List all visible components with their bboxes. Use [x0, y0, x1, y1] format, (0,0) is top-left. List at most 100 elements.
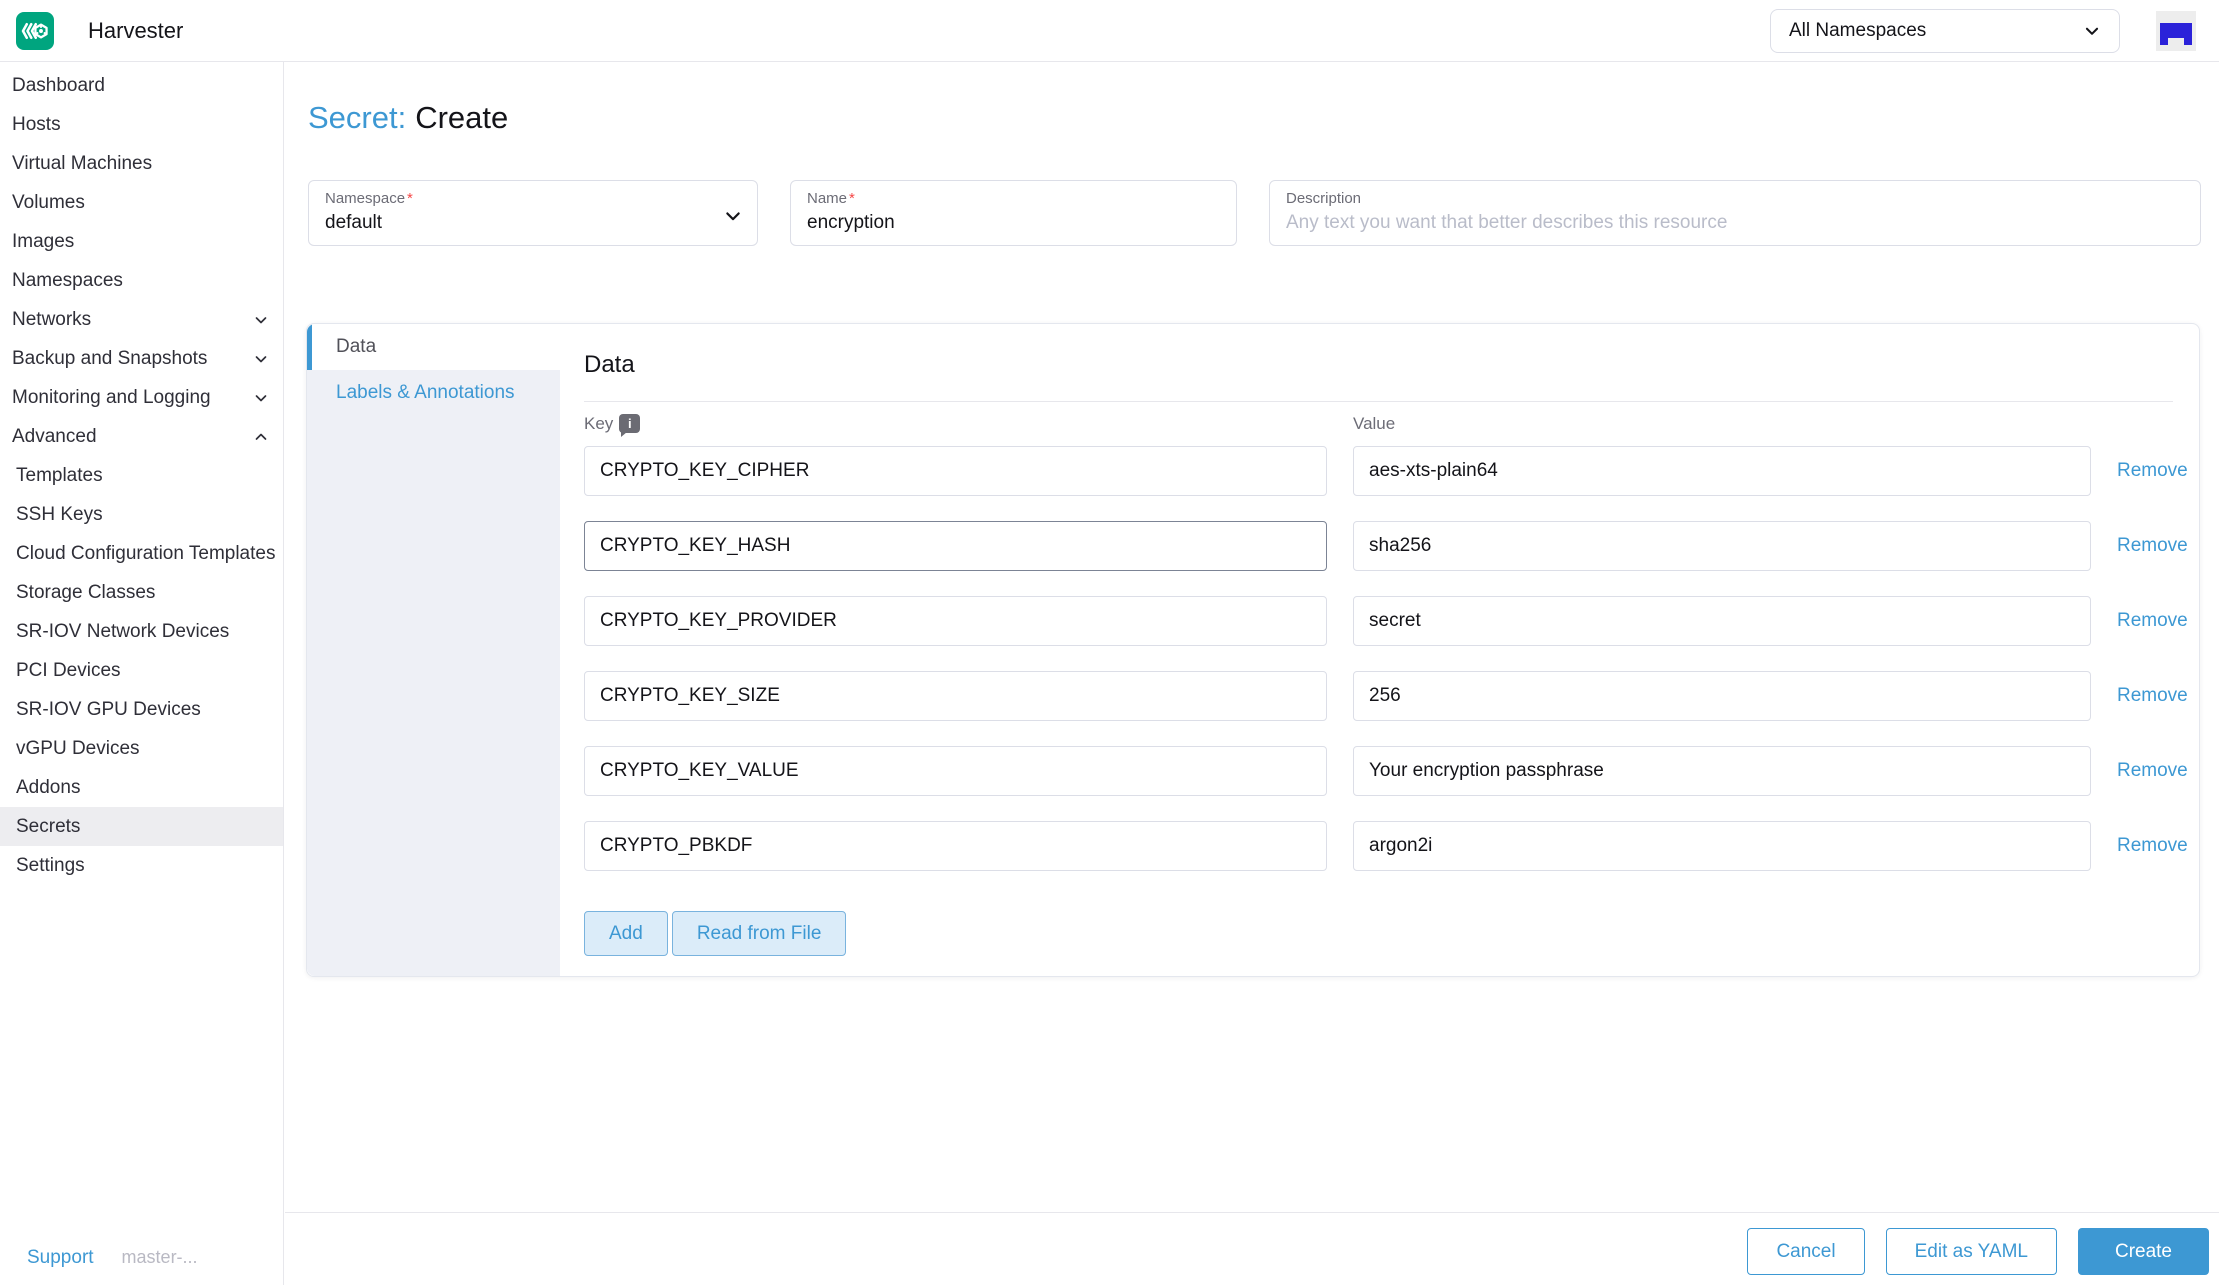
- sidebar-item-backup-and-snapshots[interactable]: Backup and Snapshots: [0, 339, 283, 378]
- sidebar-footer: Support master-...: [27, 1247, 198, 1269]
- remove-row-button[interactable]: Remove: [2117, 760, 2188, 782]
- sidebar-item-label: Settings: [16, 855, 85, 877]
- sidebar-item-label: Monitoring and Logging: [12, 387, 211, 409]
- remove-row-button[interactable]: Remove: [2117, 460, 2188, 482]
- harvester-wheel-icon: [20, 16, 50, 46]
- value-input[interactable]: [1353, 671, 2091, 721]
- sidebar-item-volumes[interactable]: Volumes: [0, 183, 283, 222]
- app-title: Harvester: [88, 18, 183, 44]
- data-section-heading: Data: [584, 351, 635, 379]
- name-input[interactable]: [807, 212, 1220, 234]
- remove-row-button[interactable]: Remove: [2117, 835, 2188, 857]
- sidebar-item-label: Cloud Configuration Templates: [16, 543, 275, 565]
- page-title-action: Create: [415, 100, 508, 135]
- sidebar-item-label: vGPU Devices: [16, 738, 140, 760]
- sidebar-item-monitoring-and-logging[interactable]: Monitoring and Logging: [0, 378, 283, 417]
- sidebar-item-label: Storage Classes: [16, 582, 155, 604]
- name-field: Name*: [790, 180, 1237, 246]
- key-input[interactable]: [584, 821, 1327, 871]
- sidebar-item-label: Networks: [12, 309, 91, 331]
- value-input[interactable]: [1353, 596, 2091, 646]
- sidebar-item-label: PCI Devices: [16, 660, 121, 682]
- key-input[interactable]: [584, 671, 1327, 721]
- namespace-filter-select[interactable]: All Namespaces: [1770, 9, 2120, 53]
- sidebar-item-label: Images: [12, 231, 74, 253]
- sidebar-item-label: Dashboard: [12, 75, 105, 97]
- sidebar-item-hosts[interactable]: Hosts: [0, 105, 283, 144]
- key-input[interactable]: [584, 521, 1327, 571]
- sidebar-item-networks[interactable]: Networks: [0, 300, 283, 339]
- sidebar-item-label: Virtual Machines: [12, 153, 152, 175]
- sidebar-item-settings[interactable]: Settings: [0, 846, 283, 885]
- support-link[interactable]: Support: [27, 1247, 94, 1269]
- sidebar-item-addons[interactable]: Addons: [0, 768, 283, 807]
- key-column-header: Key i: [584, 414, 1327, 434]
- name-label: Name*: [807, 190, 1220, 207]
- namespace-filter-value: All Namespaces: [1789, 20, 1926, 42]
- sidebar-item-cloud-configuration-templates[interactable]: Cloud Configuration Templates: [0, 534, 283, 573]
- user-avatar[interactable]: [2156, 11, 2196, 51]
- header-right: All Namespaces: [1770, 9, 2203, 53]
- description-input[interactable]: [1286, 212, 2184, 234]
- chevron-down-icon: [253, 312, 269, 328]
- tab-data[interactable]: Data: [307, 324, 560, 370]
- value-input[interactable]: [1353, 821, 2091, 871]
- kv-rows: Remove Remove Remove: [584, 446, 2173, 896]
- harvester-logo-icon[interactable]: [16, 12, 54, 50]
- kv-row: Remove: [584, 596, 2173, 646]
- sidebar-item-sriov-gpu-devices[interactable]: SR-IOV GPU Devices: [0, 690, 283, 729]
- add-row-actions: Add Read from File: [584, 911, 846, 956]
- sidebar-item-label: Templates: [16, 465, 103, 487]
- remove-row-button[interactable]: Remove: [2117, 610, 2188, 632]
- info-tooltip-icon[interactable]: i: [619, 414, 640, 433]
- sidebar-item-virtual-machines[interactable]: Virtual Machines: [0, 144, 283, 183]
- value-input[interactable]: [1353, 446, 2091, 496]
- remove-row-button[interactable]: Remove: [2117, 535, 2188, 557]
- sidebar-item-sriov-network-devices[interactable]: SR-IOV Network Devices: [0, 612, 283, 651]
- key-input[interactable]: [584, 596, 1327, 646]
- edit-as-yaml-button[interactable]: Edit as YAML: [1886, 1228, 2057, 1275]
- section-divider: [584, 401, 2173, 402]
- sidebar-item-secrets[interactable]: Secrets: [0, 807, 283, 846]
- sidebar-item-templates[interactable]: Templates: [0, 456, 283, 495]
- footer-actions: Cancel Edit as YAML Create: [1747, 1228, 2209, 1275]
- sidebar-item-namespaces[interactable]: Namespaces: [0, 261, 283, 300]
- panel-tabs: Data Labels & Annotations: [307, 324, 560, 976]
- sidebar-item-pci-devices[interactable]: PCI Devices: [0, 651, 283, 690]
- cancel-button[interactable]: Cancel: [1747, 1228, 1864, 1275]
- sidebar-item-label: SR-IOV Network Devices: [16, 621, 229, 643]
- create-button[interactable]: Create: [2078, 1228, 2209, 1275]
- sidebar-item-storage-classes[interactable]: Storage Classes: [0, 573, 283, 612]
- tab-labels-annotations[interactable]: Labels & Annotations: [307, 370, 560, 416]
- sidebar-item-ssh-keys[interactable]: SSH Keys: [0, 495, 283, 534]
- sidebar-item-images[interactable]: Images: [0, 222, 283, 261]
- sidebar-item-advanced[interactable]: Advanced: [0, 417, 283, 456]
- harvester-app: Harvester All Namespaces Dashboard Hosts: [0, 0, 2219, 1285]
- read-from-file-button[interactable]: Read from File: [672, 911, 847, 956]
- namespace-select[interactable]: Namespace* default: [308, 180, 758, 246]
- value-column-header: Value: [1353, 414, 2091, 434]
- sidebar-item-label: Backup and Snapshots: [12, 348, 207, 370]
- namespace-label: Namespace*: [325, 190, 741, 207]
- resource-meta-form: Namespace* default Name* Description: [308, 180, 2201, 246]
- sidebar-item-label: Namespaces: [12, 270, 123, 292]
- value-input[interactable]: [1353, 521, 2091, 571]
- key-input[interactable]: [584, 446, 1327, 496]
- value-input[interactable]: [1353, 746, 2091, 796]
- key-input[interactable]: [584, 746, 1327, 796]
- add-button[interactable]: Add: [584, 911, 668, 956]
- required-mark: *: [849, 190, 855, 207]
- main-content: Secret: Create Namespace* default Name* D…: [285, 62, 2219, 1285]
- remove-row-button[interactable]: Remove: [2117, 685, 2188, 707]
- sidebar-item-label: Volumes: [12, 192, 85, 214]
- sidebar-item-vgpu-devices[interactable]: vGPU Devices: [0, 729, 283, 768]
- sidebar-item-label: Hosts: [12, 114, 61, 136]
- page-title-resource: Secret:: [308, 100, 406, 135]
- kv-row: Remove: [584, 671, 2173, 721]
- sidebar-item-dashboard[interactable]: Dashboard: [0, 66, 283, 105]
- sidebar-item-label: Advanced: [12, 426, 97, 448]
- required-mark: *: [407, 190, 413, 207]
- sidebar-nav: Dashboard Hosts Virtual Machines Volumes…: [0, 62, 284, 1285]
- kv-row: Remove: [584, 821, 2173, 871]
- secret-form-panel: Data Labels & Annotations Data Key i Val…: [306, 323, 2200, 977]
